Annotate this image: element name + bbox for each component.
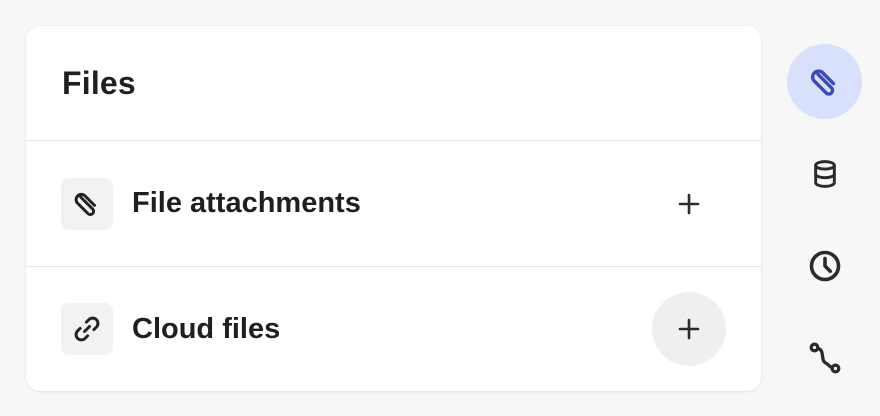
workflow-icon (809, 342, 840, 373)
files-panel: Files File attachments Cloud files (26, 26, 761, 391)
rail-workflow-button[interactable] (787, 320, 862, 395)
add-cloud-file-button[interactable] (652, 292, 726, 366)
cloud-files-row[interactable]: Cloud files (26, 266, 761, 391)
rail-files-button[interactable] (787, 44, 862, 119)
clock-icon (809, 250, 840, 281)
plus-icon (678, 318, 700, 340)
rail-history-button[interactable] (787, 228, 862, 303)
paperclip-icon (61, 177, 113, 230)
panel-header: Files (26, 26, 761, 141)
plus-icon (678, 193, 700, 214)
rail-database-button[interactable] (787, 136, 862, 211)
cloud-files-label: Cloud files (132, 312, 281, 345)
paperclip-icon (810, 68, 835, 96)
file-attachments-label: File attachments (132, 187, 361, 219)
side-rail (787, 44, 862, 412)
panel-title: Files (62, 64, 136, 101)
database-icon (813, 159, 836, 188)
link-icon (61, 303, 113, 355)
add-file-attachment-button[interactable] (652, 167, 726, 241)
file-attachments-row[interactable]: File attachments (26, 141, 761, 266)
